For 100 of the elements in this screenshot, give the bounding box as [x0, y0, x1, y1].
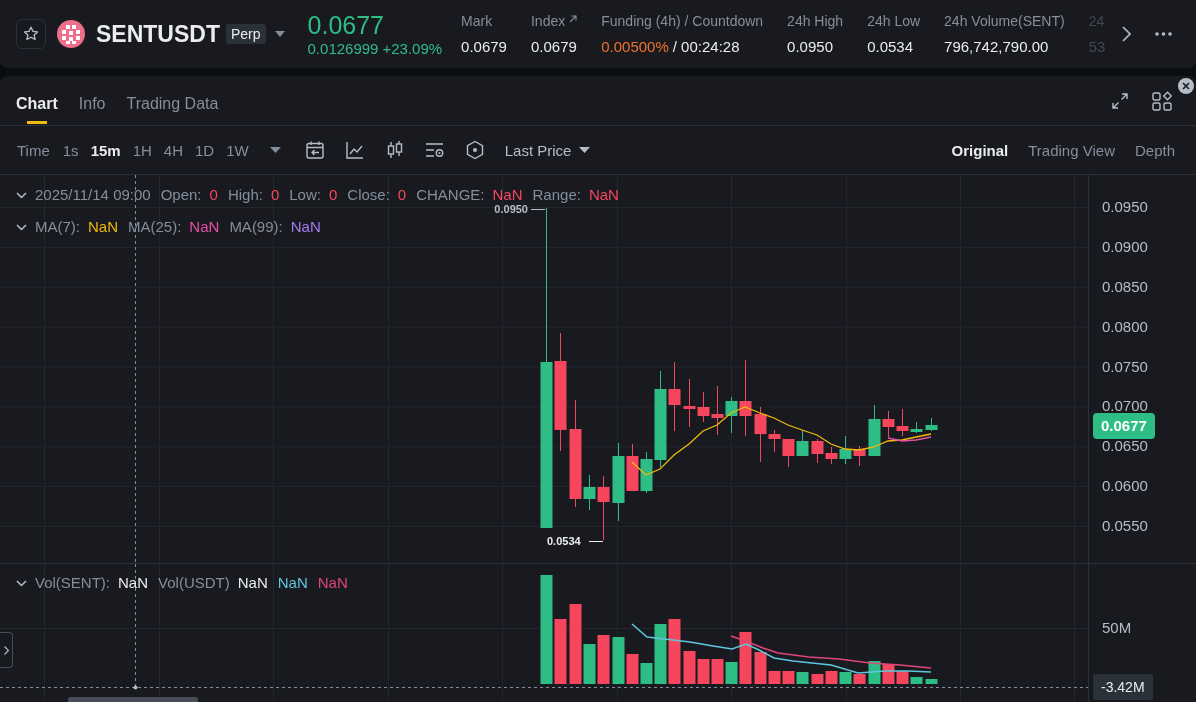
- chevron-right-icon[interactable]: [1122, 26, 1131, 42]
- price-tick-label: 0.0700: [1102, 397, 1148, 416]
- time-label: Time: [17, 141, 50, 159]
- list-settings-icon[interactable]: [424, 140, 445, 160]
- star-icon: [23, 26, 39, 42]
- current-price-badge: 0.0677: [1093, 413, 1155, 439]
- legend-label: Close:: [347, 187, 390, 203]
- price-source-dropdown[interactable]: Last Price: [504, 141, 591, 159]
- price-tick-label: 0.0600: [1102, 477, 1148, 496]
- legend-value: NaN: [290, 219, 321, 235]
- tab[interactable]: Trading Data: [126, 76, 219, 125]
- candle: [782, 438, 795, 468]
- interval-option[interactable]: 1H: [132, 141, 152, 159]
- volume-bar: [811, 674, 824, 684]
- coin-logo-icon: [57, 20, 85, 48]
- candle: [853, 445, 866, 467]
- stat-label[interactable]: Index: [530, 11, 566, 31]
- volume-bar: [839, 672, 852, 684]
- candle: [811, 438, 824, 464]
- contract-type-badge: Perp: [225, 24, 266, 44]
- price-tick-label: 0.0900: [1102, 237, 1148, 256]
- leader-line: [530, 209, 546, 210]
- chevron-down-icon[interactable]: [16, 191, 27, 199]
- candle: [668, 361, 681, 432]
- interval-option[interactable]: 4H: [163, 141, 184, 159]
- last-price: 0.0677: [307, 10, 385, 39]
- legend-value: NaN: [277, 575, 308, 591]
- legend-label: Vol(USDT): [158, 575, 230, 591]
- volume-bar: [697, 659, 710, 684]
- legend-value: NaN: [118, 575, 149, 591]
- legend-value: NaN: [237, 575, 268, 591]
- price-tick-label: 0.0650: [1102, 437, 1148, 456]
- legend-label: Vol(SENT):: [35, 575, 110, 591]
- stat-label: 24h Volume(SENT): [944, 12, 1065, 31]
- volume-bar: [925, 679, 938, 684]
- view-option[interactable]: Depth: [1134, 141, 1175, 159]
- chevron-down-icon[interactable]: [16, 579, 27, 587]
- interval-option[interactable]: 15m: [90, 141, 121, 159]
- volume-bar: [825, 671, 838, 684]
- legend-label: Low:: [289, 187, 321, 203]
- legend-value: NaN: [88, 219, 118, 235]
- calendar-icon[interactable]: [304, 140, 325, 160]
- scrollbar-thumb[interactable]: [68, 697, 198, 702]
- tab[interactable]: Info: [78, 76, 106, 125]
- legend-value: NaN: [317, 575, 348, 591]
- price-tick-label: 0.0750: [1102, 357, 1148, 376]
- legend-value: NaN: [492, 187, 523, 203]
- caret-down-icon[interactable]: [274, 31, 285, 37]
- symbol-name: SENTUSDT: [96, 20, 220, 48]
- view-option[interactable]: Original: [951, 141, 1009, 159]
- candle: [796, 429, 809, 457]
- volume-bar: [668, 619, 681, 684]
- legend-value: NaN: [588, 187, 619, 203]
- leader-line: [588, 541, 604, 542]
- legend-value: 0: [209, 187, 218, 203]
- legend-value: 0: [270, 187, 280, 203]
- stat-label: Funding (4h) / Countdown: [601, 12, 764, 31]
- arrow-up-right-icon[interactable]: [569, 15, 578, 23]
- legend-value: NaN: [189, 219, 220, 235]
- legend-date: 2025/11/14 09:00: [35, 187, 151, 203]
- chevron-right-icon: [3, 645, 9, 655]
- tab[interactable]: Chart: [16, 76, 58, 125]
- view-option[interactable]: Trading View: [1028, 141, 1115, 159]
- price-tick-label: 0.0550: [1102, 517, 1148, 535]
- legend-label: CHANGE:: [416, 187, 485, 203]
- interval-option[interactable]: 1D: [195, 141, 215, 159]
- legend-value: 0: [397, 187, 407, 203]
- legend-label: Range:: [532, 187, 581, 203]
- legend-label: MA(99):: [229, 219, 283, 235]
- close-icon[interactable]: [1178, 78, 1194, 94]
- crosshair-value-badge: -3.42M: [1093, 674, 1153, 700]
- volume-bar: [597, 635, 610, 684]
- funding-rate: 0.00500%: [601, 37, 669, 57]
- stat-value: 0.0679: [530, 37, 577, 57]
- legend-label: Open:: [160, 187, 202, 203]
- hexagon-icon[interactable]: [464, 140, 485, 160]
- candle: [925, 417, 938, 432]
- volume-bar: [796, 672, 809, 684]
- volume-bar: [853, 674, 866, 684]
- chevron-down-icon[interactable]: [16, 223, 27, 231]
- panel-toggle-button[interactable]: [0, 632, 13, 668]
- layout-grid-icon[interactable]: [1152, 90, 1172, 111]
- price-tick-label: 0.0850: [1102, 277, 1148, 296]
- crosshair-dot-icon: [133, 685, 138, 690]
- legend-label: MA(7):: [35, 219, 80, 235]
- legend-label: MA(25):: [128, 219, 182, 235]
- favorite-button[interactable]: [16, 19, 46, 49]
- stat-label: 24h High: [787, 12, 844, 31]
- legend-value: 0: [328, 187, 338, 203]
- caret-down-icon: [579, 147, 591, 153]
- price-tick-label: 0.0950: [1102, 198, 1148, 216]
- interval-option[interactable]: 1W: [226, 141, 249, 159]
- more-icon[interactable]: [1155, 32, 1172, 36]
- line-chart-icon[interactable]: [344, 140, 365, 160]
- expand-icon[interactable]: [1112, 92, 1128, 109]
- stat-value: 0.0950: [787, 37, 833, 57]
- caret-down-icon[interactable]: [269, 147, 281, 153]
- high-price-label: 0.0950: [494, 203, 528, 215]
- funding-countdown: / 00:24:28: [672, 37, 740, 57]
- interval-option[interactable]: 1s: [62, 141, 79, 159]
